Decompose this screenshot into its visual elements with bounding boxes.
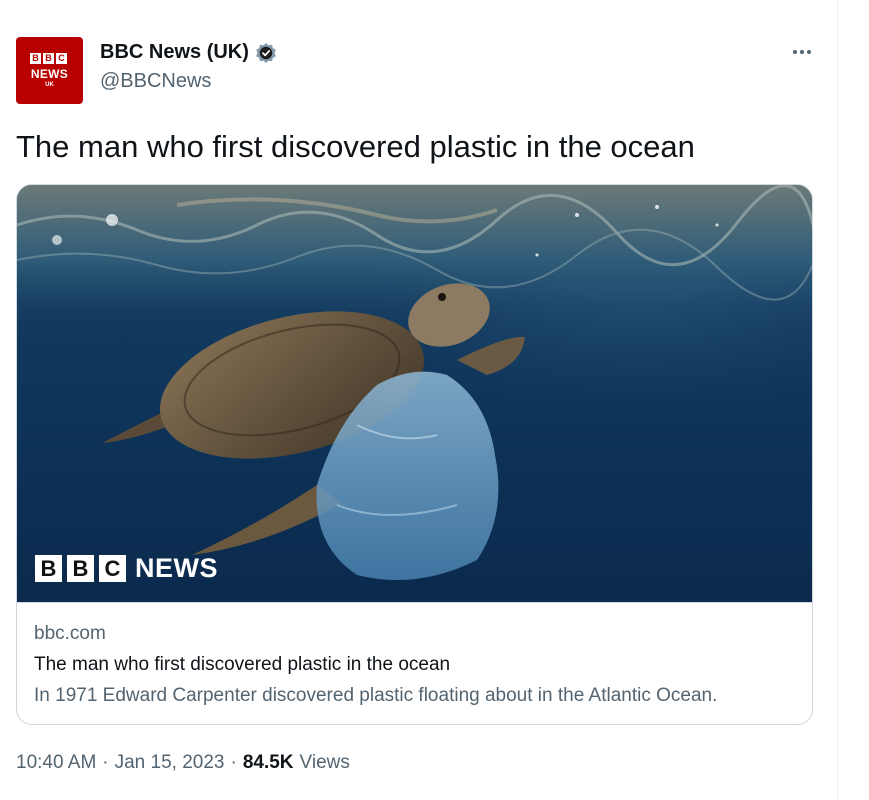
bbc-news-watermark: B B C NEWS [35, 553, 218, 584]
tweet-time[interactable]: 10:40 AM [16, 752, 96, 774]
card-image[interactable]: B B C NEWS [17, 185, 812, 602]
avatar-news-text: NEWS [30, 67, 69, 81]
tweet-meta: 10:40 AM · Jan 15, 2023 · 84.5K Views [16, 752, 350, 774]
logo-news-text: NEWS [135, 553, 218, 583]
views-label: Views [299, 752, 350, 773]
logo-block: B [35, 555, 62, 582]
avatar-bbc-blocks: B B C [30, 53, 67, 64]
timeline-border [837, 0, 838, 800]
card-description: In 1971 Edward Carpenter discovered plas… [34, 685, 718, 706]
avatar-region-text: UK [45, 82, 54, 88]
card-domain: bbc.com [34, 623, 106, 644]
more-dot [807, 50, 811, 54]
card-title[interactable]: The man who first discovered plastic in … [34, 654, 450, 676]
logo-block: B [67, 555, 94, 582]
more-options-icon[interactable] [788, 40, 816, 64]
tweet-date[interactable]: Jan 15, 2023 [115, 752, 225, 774]
verified-badge-icon[interactable] [255, 42, 277, 64]
meta-separator: · [102, 752, 109, 773]
more-dot [800, 50, 804, 54]
avatar-block: B [43, 53, 54, 64]
author-display-name[interactable]: BBC News (UK) [100, 41, 249, 64]
avatar-block: C [56, 53, 67, 64]
tweet-text: The man who first discovered plastic in … [16, 129, 695, 164]
more-dot [793, 50, 797, 54]
author-name-row: BBC News (UK) [100, 41, 277, 64]
avatar-block: B [30, 53, 41, 64]
views-count[interactable]: 84.5K [243, 752, 294, 774]
meta-separator: · [230, 752, 237, 773]
author-handle[interactable]: @BBCNews [100, 70, 211, 93]
turtle-underwater-illustration [17, 185, 812, 602]
avatar[interactable]: B B C NEWS UK [16, 37, 83, 104]
card-divider [17, 602, 812, 603]
link-card[interactable]: B B C NEWS bbc.com The man who first dis… [16, 184, 813, 725]
logo-block: C [99, 555, 126, 582]
